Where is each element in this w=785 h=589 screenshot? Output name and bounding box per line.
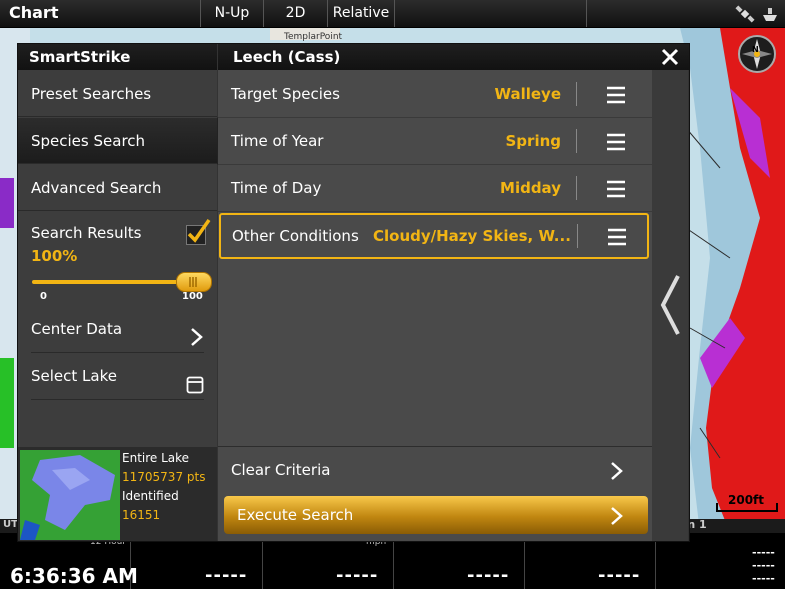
data-readout-1: ----- (205, 565, 248, 586)
slider-min-label: 0 (40, 291, 47, 302)
criteria-value: Midday (500, 179, 561, 197)
criteria-label: Target Species (231, 85, 340, 103)
window-icon (186, 366, 204, 412)
scale-label: 200ft (728, 493, 765, 507)
chevron-right-icon (608, 461, 624, 485)
criteria-label: Other Conditions (232, 227, 359, 245)
criteria-row-time-of-year[interactable]: Time of Year Spring (218, 118, 652, 165)
satellite-icon (735, 4, 755, 28)
identified-label: Identified (122, 489, 179, 503)
data-readout-small-1: ----- (752, 546, 775, 559)
select-lake-label: Select Lake (31, 367, 117, 385)
search-results-label: Search Results (31, 224, 142, 242)
menu-species-search[interactable]: Species Search (18, 118, 217, 164)
criteria-value: Walleye (494, 85, 561, 103)
clock-readout: 6:36:36 AM (10, 564, 138, 588)
view-title: Chart (9, 3, 59, 22)
hamburger-menu-icon[interactable] (606, 133, 626, 155)
view-mode-button[interactable]: 2D (263, 0, 327, 27)
lake-thumbnail[interactable] (20, 450, 120, 540)
hamburger-menu-icon[interactable] (606, 86, 626, 108)
data-readout-small-3: ----- (752, 572, 775, 585)
menu-advanced-search[interactable]: Advanced Search (18, 165, 217, 211)
clear-criteria-label: Clear Criteria (231, 461, 331, 479)
close-icon[interactable] (660, 47, 680, 67)
execute-search-label: Execute Search (237, 506, 354, 524)
slider-max-label: 100 (182, 291, 203, 302)
hamburger-menu-icon[interactable] (606, 180, 626, 202)
boat-icon (760, 4, 780, 28)
criteria-row-time-of-day[interactable]: Time of Day Midday (218, 165, 652, 212)
criteria-value: Cloudy/Hazy Skies, W... (373, 227, 571, 245)
scale-bar: 200ft (716, 493, 778, 514)
data-readout-2: ----- (336, 565, 379, 586)
area-label: Entire Lake (122, 451, 190, 465)
identified-count: 16151 (122, 508, 161, 522)
lake-title: Leech (Cass) (218, 44, 689, 70)
criteria-label: Time of Day (231, 179, 322, 197)
menu-preset-searches[interactable]: Preset Searches (18, 71, 217, 117)
center-data-label: Center Data (31, 320, 123, 338)
smartstrike-dialog: SmartStrike Preset Searches Species Sear… (17, 43, 690, 542)
compass-rose[interactable]: N (738, 35, 776, 73)
criteria-panel: Leech (Cass) Target Species Walleye Time… (218, 44, 689, 541)
lake-preview: Entire Lake 11705737 pts Identified 1615… (18, 447, 217, 541)
search-results-percent: 100% (31, 247, 78, 265)
hamburger-menu-icon[interactable] (607, 228, 627, 250)
data-readout-3: ----- (467, 565, 510, 586)
data-readout-4: ----- (598, 565, 641, 586)
slider-handle[interactable] (176, 272, 212, 292)
grip-icon (189, 277, 197, 287)
compass-north-label: N (752, 45, 759, 54)
execute-search-button[interactable]: Execute Search (224, 496, 648, 534)
orientation-mode-button[interactable]: N-Up (200, 0, 263, 27)
chevron-right-icon (608, 506, 624, 530)
chevron-left-icon[interactable] (659, 274, 681, 340)
criteria-value: Spring (505, 132, 562, 150)
utc-label: UT (3, 519, 18, 530)
place-label: TemplarPoint (284, 32, 343, 42)
check-icon (187, 218, 211, 243)
criteria-row-other-conditions[interactable]: Other Conditions Cloudy/Hazy Skies, W... (219, 213, 649, 259)
data-readout-small-2: ----- (752, 559, 775, 572)
center-data-row[interactable]: Center Data (31, 306, 204, 353)
criteria-row-target-species[interactable]: Target Species Walleye (218, 71, 652, 118)
motion-mode-button[interactable]: Relative (327, 0, 395, 27)
sidebar-title: SmartStrike (18, 44, 217, 70)
criteria-label: Time of Year (231, 132, 324, 150)
smartstrike-sidebar: SmartStrike Preset Searches Species Sear… (18, 44, 217, 541)
points-count: 11705737 pts (122, 470, 206, 484)
select-lake-row[interactable]: Select Lake (31, 353, 204, 400)
top-bar: Chart N-Up 2D Relative (0, 0, 785, 28)
clear-criteria-button[interactable]: Clear Criteria (218, 446, 652, 493)
search-results-checkbox[interactable] (186, 218, 211, 245)
